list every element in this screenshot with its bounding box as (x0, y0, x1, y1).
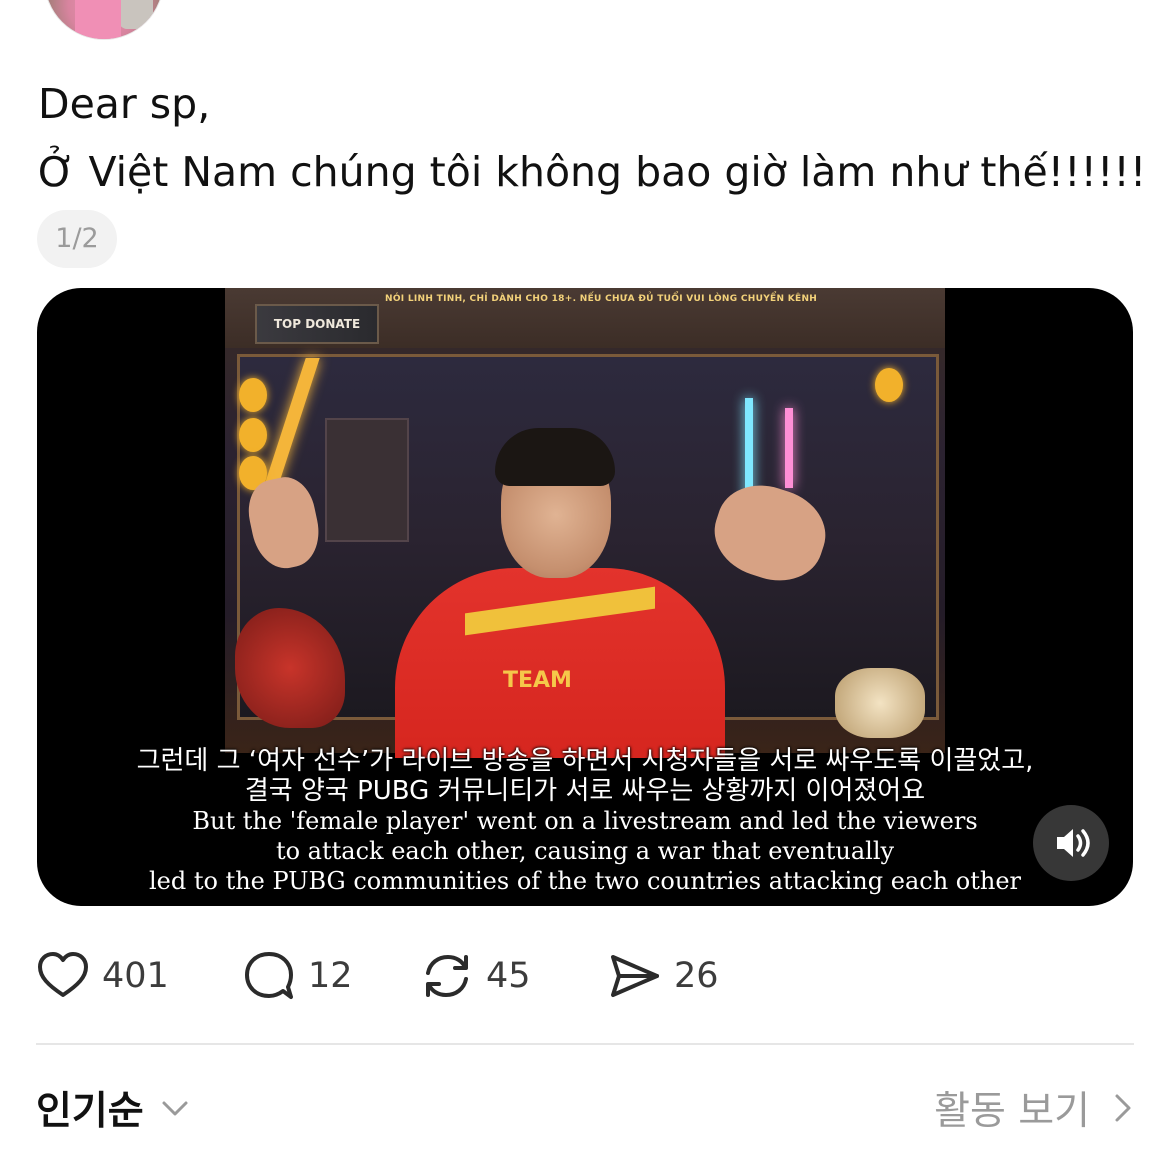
subtitle-korean-line-2: 결국 양국 PUBG 커뮤니티가 서로 싸우는 상황까지 이어졌어요 (244, 776, 926, 806)
repost-count: 45 (486, 956, 531, 996)
avatar-background (119, 0, 153, 29)
comment-icon (245, 952, 293, 999)
post-line-2: Ở Việt Nam chúng tôi không bao giờ làm n… (38, 148, 1147, 196)
lantern-decoration (875, 368, 903, 402)
like-button[interactable]: 401 (36, 944, 169, 1008)
video-player[interactable]: NÓI LINH TINH, CHỈ DÀNH CHO 18+. NẾU CHƯ… (37, 288, 1133, 906)
heart-icon (38, 952, 88, 997)
shelf (325, 418, 409, 542)
subtitle-english-line-3: led to the PUBG communities of the two c… (148, 867, 1021, 895)
streamer-shirt: TEAM (395, 568, 725, 758)
top-donate-panel: TOP DONATE (255, 304, 379, 344)
post-body: Dear sp, Ở Việt Nam chúng tôi không bao … (38, 70, 1147, 206)
repost-icon (426, 954, 468, 998)
media-counter: 1/2 (37, 210, 117, 268)
subtitle-korean-line-1: 그런데 그 ‘여자 선수’가 라이브 방송을 하면서 시청자들을 서로 싸우도록… (136, 746, 1034, 776)
post-line-1: Dear sp, (38, 80, 211, 128)
avatar[interactable] (44, 0, 164, 40)
send-icon (611, 955, 659, 997)
comment-button[interactable]: 12 (242, 944, 353, 1008)
lion-dance-decoration (835, 668, 925, 738)
share-button[interactable]: 26 (608, 944, 719, 1008)
comment-count: 12 (308, 956, 353, 996)
subtitle-english-line-1: But the 'female player' went on a livest… (192, 807, 978, 835)
repost-button[interactable]: 45 (420, 944, 531, 1008)
shirt-text: TEAM (503, 668, 572, 693)
divider (36, 1043, 1134, 1045)
post-actions: 401 12 45 26 (36, 944, 796, 1008)
streamer-hair (495, 428, 615, 486)
share-count: 26 (674, 956, 719, 996)
sound-toggle-button[interactable] (1033, 805, 1109, 881)
avatar-figure (75, 0, 121, 39)
shirt-stripe (465, 586, 655, 636)
sort-label: 인기순 (36, 1089, 144, 1134)
speaker-icon (1057, 829, 1090, 857)
video-frame: NÓI LINH TINH, CHỈ DÀNH CHO 18+. NẾU CHƯ… (225, 288, 945, 758)
like-count: 401 (102, 956, 169, 996)
view-activity-link[interactable]: 활동 보기 (934, 1078, 1136, 1138)
lantern-decoration (239, 418, 267, 452)
stream-banner-text: NÓI LINH TINH, CHỈ DÀNH CHO 18+. NẾU CHƯ… (385, 294, 818, 304)
subtitle-english-line-2: to attack each other, causing a war that… (275, 837, 895, 865)
activity-label: 활동 보기 (934, 1089, 1090, 1134)
chevron-down-icon (162, 1101, 188, 1116)
chevron-right-icon (1115, 1094, 1131, 1122)
sort-dropdown[interactable]: 인기순 (36, 1078, 192, 1138)
neon-light (785, 408, 793, 488)
video-subtitles: 그런데 그 ‘여자 선수’가 라이브 방송을 하면서 시청자들을 서로 싸우도록… (37, 746, 1133, 896)
lantern-decoration (239, 378, 267, 412)
